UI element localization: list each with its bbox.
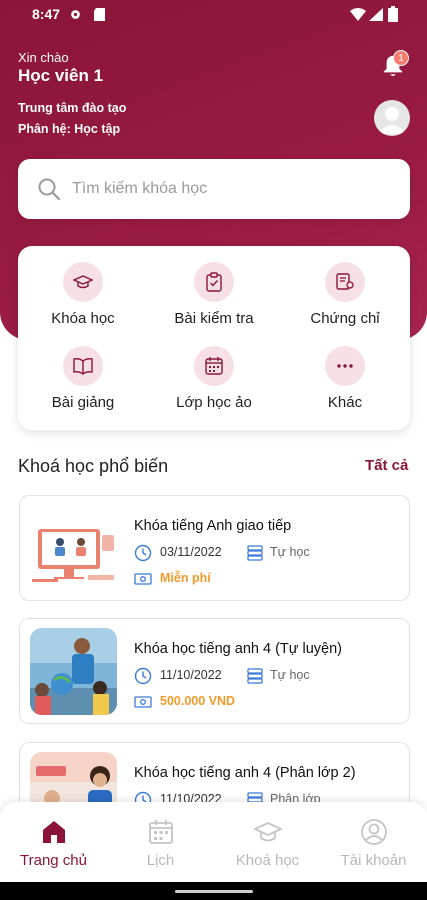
training-center-label: Trung tâm đào tạo [18,101,127,115]
course-date: 03/11/2022 [160,545,222,559]
settings-status-icon [71,10,80,19]
menu-item-lectures[interactable]: Bài giảng [18,330,148,411]
search-input[interactable] [72,159,392,219]
nav-account[interactable]: Tài khoản [320,802,427,882]
money-icon [134,696,152,708]
course-thumbnail [30,628,117,715]
course-price: 500.000 VND [160,694,236,708]
bottom-navigation: Trang chủ Lịch Khoá học Tài khoản [0,802,427,882]
book-icon [63,346,103,386]
course-card[interactable]: Khóa học tiếng anh 4 (Tự luyện) 11/10/20… [19,618,410,724]
nav-home[interactable]: Trang chủ [0,802,107,882]
menu-item-more[interactable]: Khác [280,330,410,411]
signal-icon [369,8,383,21]
more-icon [325,346,365,386]
nav-label: Lịch [146,852,175,869]
menu-label: Bài kiểm tra [174,310,254,327]
menu-item-virtual-class[interactable]: Lớp học ảo [149,330,279,411]
system-gesture-bar [0,882,427,900]
menu-item-tests[interactable]: Bài kiểm tra [149,246,279,327]
menu-item-certificates[interactable]: Chứng chỉ [280,246,410,327]
account-icon [361,819,387,845]
user-avatar-icon [378,107,406,134]
course-title: Khóa học tiếng anh 4 (Tự luyện) [134,641,342,657]
nav-courses[interactable]: Khoá học [214,802,321,882]
wifi-icon [350,8,366,21]
battery-icon [388,6,398,22]
nav-calendar[interactable]: Lịch [107,802,214,882]
menu-label: Khác [327,394,363,411]
certificate-icon [325,262,365,302]
layers-icon [247,668,263,684]
menu-label: Bài giảng [51,394,115,411]
course-type: Tự học [270,545,310,559]
online-class-illustration [30,505,117,592]
layers-icon [247,545,263,561]
clock-icon [134,544,152,562]
see-all-link[interactable]: Tất cả [365,457,408,474]
nav-label: Trang chủ [20,852,87,869]
search-bar[interactable] [18,159,410,219]
graduation-cap-icon [254,822,282,842]
menu-label: Lớp học ảo [176,394,252,411]
nav-label: Khoá học [235,852,300,869]
home-screen: 8:47 Xin chào Học viên 1 1 Trung tâm đào… [0,0,427,900]
avatar[interactable] [374,100,410,136]
menu-label: Chứng chỉ [310,310,380,327]
course-thumbnail [30,505,117,592]
course-title: Khóa tiếng Anh giao tiếp [134,518,292,534]
status-bar: 8:47 [0,0,427,30]
home-gesture-handle[interactable] [175,890,253,893]
course-type: Tự học [270,668,310,682]
section-title: Khoá học phổ biến [18,456,169,476]
graduation-cap-icon [63,262,103,302]
module-label: Phân hệ: Học tập [18,122,121,136]
feature-menu: Khóa học Bài kiểm tra Chứng chỉ Bài giản… [18,246,410,430]
home-icon [43,821,65,843]
classroom-photo [30,628,117,715]
calendar-icon [149,820,173,844]
course-title: Khóa học tiếng anh 4 (Phân lớp 2) [134,765,356,781]
greeting-text: Xin chào [18,50,69,65]
user-name: Học viên 1 [18,66,104,85]
menu-label: Khóa học [51,310,115,327]
nav-label: Tài khoản [340,852,407,869]
course-date: 11/10/2022 [160,668,222,682]
money-icon [134,573,152,585]
status-time: 8:47 [32,6,61,22]
clock-icon [134,667,152,685]
sd-card-status-icon [94,8,105,21]
notification-badge: 1 [393,50,409,66]
course-price: Miễn phí [160,571,211,585]
calendar-icon [194,346,234,386]
course-card[interactable]: Khóa tiếng Anh giao tiếp 03/11/2022 Tự h… [19,495,410,601]
search-icon [38,178,61,201]
clipboard-check-icon [194,262,234,302]
menu-item-courses[interactable]: Khóa học [18,246,148,327]
